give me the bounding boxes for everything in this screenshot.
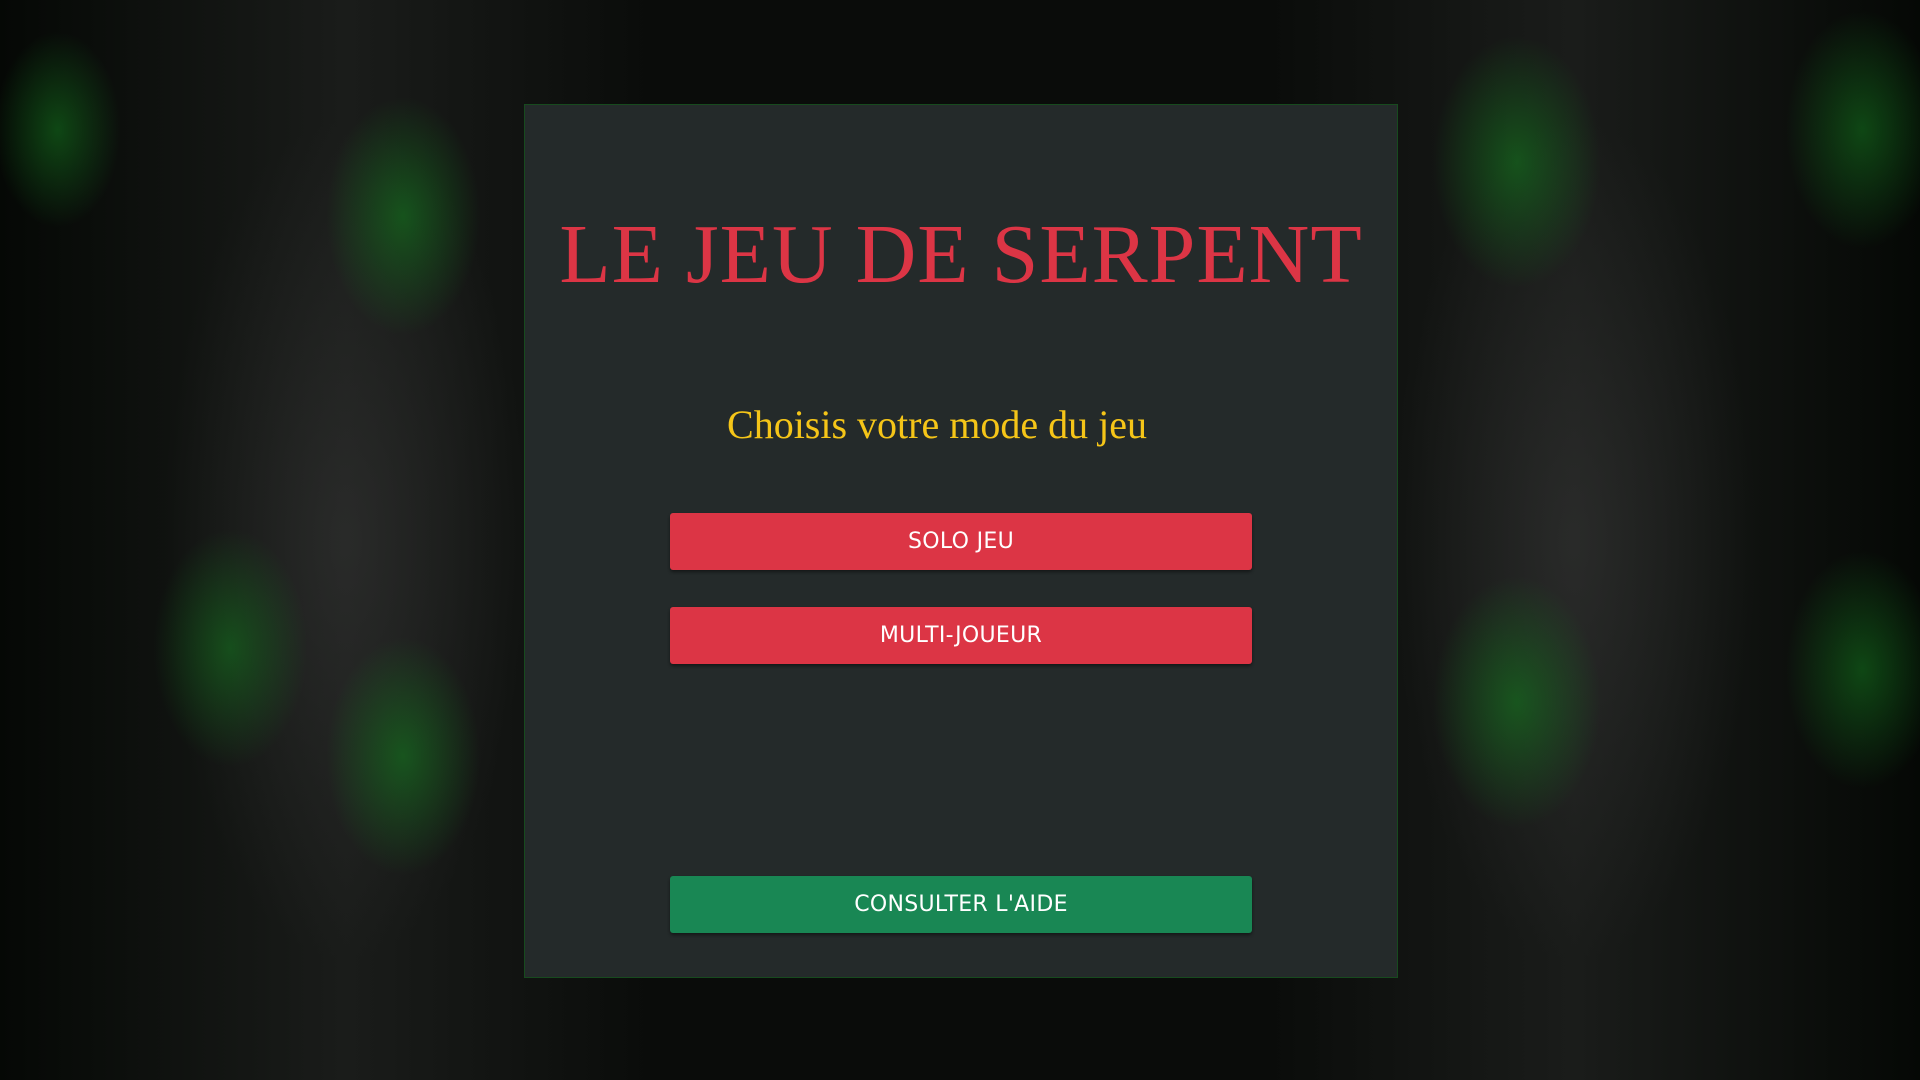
multiplayer-mode-button[interactable]: MULTI-JOUEUR [670,607,1252,664]
mode-prompt: Choisis votre mode du jeu [727,402,1147,447]
help-button[interactable]: CONSULTER L'AIDE [670,876,1252,933]
game-title: LE JEU DE SERPENT [559,208,1363,301]
solo-mode-button[interactable]: SOLO JEU [670,513,1252,570]
main-menu-panel: LE JEU DE SERPENT Choisis votre mode du … [524,104,1398,978]
